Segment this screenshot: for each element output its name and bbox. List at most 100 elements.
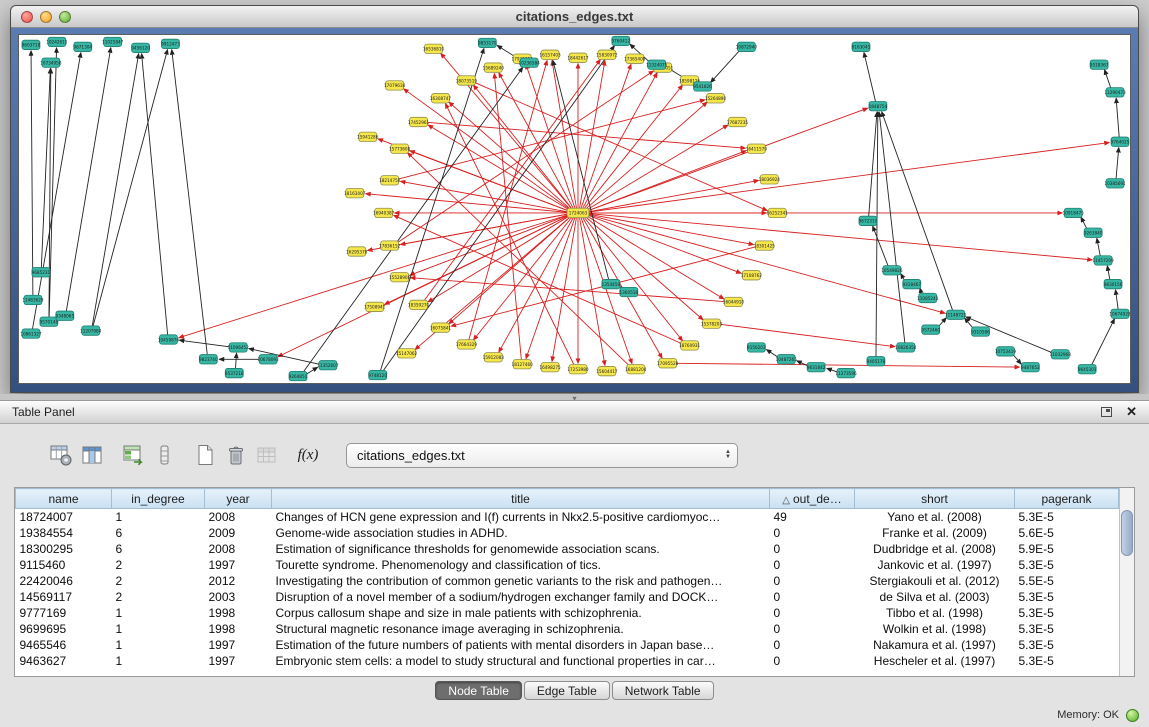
graph-node[interactable]: 18073519 xyxy=(456,76,478,85)
new-column-icon[interactable] xyxy=(120,442,146,468)
graph-node[interactable]: 9748120 xyxy=(368,370,387,379)
graph-node[interactable]: 15378203 xyxy=(701,319,723,328)
table-cell[interactable]: 5.3E-5 xyxy=(1015,653,1119,669)
import-table-icon[interactable] xyxy=(254,442,280,468)
table-cell[interactable]: 0 xyxy=(770,637,855,653)
table-cell[interactable]: Hescheler et al. (1997) xyxy=(855,653,1015,669)
table-cell[interactable]: 0 xyxy=(770,605,855,621)
graph-node[interactable]: 17836152 xyxy=(379,241,401,250)
table-cell[interactable]: 2009 xyxy=(205,525,272,541)
graph-node[interactable]: 18760931 xyxy=(679,341,701,350)
graph-node[interactable]: 15528906 xyxy=(389,273,411,282)
graph-node[interactable]: 9518367 xyxy=(1090,60,1109,69)
table-cell[interactable]: 6 xyxy=(112,525,205,541)
table-cell[interactable]: de Silva et al. (2003) xyxy=(855,589,1015,605)
window-titlebar[interactable]: citations_edges.txt xyxy=(11,6,1138,28)
table-cell[interactable]: 1 xyxy=(112,509,205,525)
graph-node[interactable]: 11324075 xyxy=(646,60,668,69)
tab-network-table[interactable]: Network Table xyxy=(612,681,714,700)
table-cell[interactable]: Structural magnetic resonance image aver… xyxy=(272,621,770,637)
graph-node[interactable]: 17095528 xyxy=(657,359,679,368)
delete-table-icon[interactable] xyxy=(223,442,249,468)
table-cell[interactable]: 2003 xyxy=(205,589,272,605)
table-cell[interactable]: 5.3E-5 xyxy=(1015,557,1119,573)
table-cell[interactable]: 14569117 xyxy=(16,589,112,605)
table-cell[interactable]: 0 xyxy=(770,541,855,557)
graph-node[interactable]: 9263840 xyxy=(1084,228,1103,237)
graph-node[interactable]: 1360518 xyxy=(620,287,639,296)
network-canvas[interactable]: 1724063162523411830142517108762160449101… xyxy=(18,34,1131,384)
table-cell[interactable]: 5.3E-5 xyxy=(1015,621,1119,637)
graph-node[interactable]: 9572460 xyxy=(921,325,940,334)
table-cell[interactable]: 0 xyxy=(770,653,855,669)
table-cell[interactable]: 5.5E-5 xyxy=(1015,573,1119,589)
graph-node[interactable]: 18301425 xyxy=(754,241,776,250)
table-cell[interactable]: 1997 xyxy=(205,557,272,573)
graph-node[interactable]: 17664329 xyxy=(456,340,478,349)
graph-node[interactable]: 15604417 xyxy=(596,366,618,375)
graph-node[interactable]: 11032968 xyxy=(1050,350,1072,359)
table-row[interactable]: 1456911722003Disruption of a novel membe… xyxy=(16,589,1119,605)
tab-edge-table[interactable]: Edge Table xyxy=(524,681,610,700)
graph-node[interactable]: 16498275 xyxy=(539,362,561,371)
table-select-dropdown[interactable]: citations_edges.txt ▲▼ xyxy=(346,443,738,468)
graph-node[interactable]: 18036924 xyxy=(759,175,781,184)
table-cell[interactable]: 1 xyxy=(112,605,205,621)
table-cell[interactable]: Changes of HCN gene expression and I(f) … xyxy=(272,509,770,525)
graph-node[interactable]: 11457209 xyxy=(1092,256,1114,265)
graph-node[interactable]: 10826354 xyxy=(895,343,917,352)
float-panel-icon[interactable] xyxy=(1101,407,1112,417)
graph-node[interactable]: 11025847 xyxy=(102,37,124,46)
graph-node[interactable]: 15147062 xyxy=(396,349,418,358)
graph-node[interactable]: 9823740 xyxy=(199,355,218,364)
graph-node[interactable]: 17079634 xyxy=(384,81,406,90)
table-cell[interactable]: 9699695 xyxy=(16,621,112,637)
table-cell[interactable]: 9115460 xyxy=(16,557,112,573)
graph-node[interactable]: 9830156 xyxy=(1104,279,1123,288)
graph-node[interactable]: 16308747 xyxy=(430,94,452,103)
graph-node[interactable]: 9264851 xyxy=(289,371,308,380)
table-cell[interactable]: Franke et al. (2009) xyxy=(855,525,1015,541)
table-cell[interactable]: 1 xyxy=(112,653,205,669)
table-cell[interactable]: 19384554 xyxy=(16,525,112,541)
table-scrollbar-thumb[interactable] xyxy=(1121,510,1133,556)
graph-node[interactable]: 9760412 xyxy=(612,36,631,45)
graph-node[interactable]: 16157403 xyxy=(539,50,561,59)
graph-node[interactable]: 9672310 xyxy=(859,216,878,225)
graph-node[interactable]: 17365408 xyxy=(624,54,646,63)
graph-node[interactable]: 16411579 xyxy=(746,144,768,153)
table-cell[interactable]: 5.3E-5 xyxy=(1015,637,1119,653)
graph-node[interactable]: 10549826 xyxy=(881,266,903,275)
graph-node[interactable]: 16075841 xyxy=(430,323,452,332)
table-row[interactable]: 977716911998Corpus callosum shape and si… xyxy=(16,605,1119,621)
table-cell[interactable]: Investigating the contribution of common… xyxy=(272,573,770,589)
graph-node[interactable]: 17687235 xyxy=(727,117,749,126)
graph-node[interactable]: 10872940 xyxy=(736,42,758,51)
column-header-out_de[interactable]: △out_de… xyxy=(770,489,855,509)
memory-status-icon[interactable] xyxy=(1126,709,1139,722)
show-all-columns-icon[interactable] xyxy=(79,442,105,468)
close-panel-icon[interactable]: ✕ xyxy=(1126,406,1137,418)
graph-node[interactable]: 11352607 xyxy=(317,361,339,370)
graph-node[interactable]: 11483629 xyxy=(22,295,44,304)
table-cell[interactable]: 1 xyxy=(112,621,205,637)
table-cell[interactable]: 0 xyxy=(770,589,855,605)
column-header-title[interactable]: title xyxy=(272,489,770,509)
close-button[interactable] xyxy=(21,11,33,23)
table-cell[interactable]: Genome-wide association studies in ADHD. xyxy=(272,525,770,541)
graph-node[interactable]: 16295378 xyxy=(346,247,368,256)
table-row[interactable]: 1938455462009Genome-wide association stu… xyxy=(16,525,1119,541)
table-cell[interactable]: Nakamura et al. (1997) xyxy=(855,637,1015,653)
function-builder-icon[interactable]: f(x) xyxy=(295,442,321,468)
graph-node[interactable]: 10734958 xyxy=(40,58,62,67)
table-cell[interactable]: Corpus callosum shape and size in male p… xyxy=(272,605,770,621)
graph-node[interactable]: 9405178 xyxy=(867,357,886,366)
table-cell[interactable]: 0 xyxy=(770,557,855,573)
table-cell[interactable]: 0 xyxy=(770,525,855,541)
graph-node[interactable]: 9348065 xyxy=(56,311,75,320)
graph-node[interactable]: 18127460 xyxy=(512,360,534,369)
graph-node[interactable]: 11085243 xyxy=(917,293,939,302)
graph-node[interactable]: 11273596 xyxy=(835,368,857,377)
graph-node[interactable]: 15941286 xyxy=(357,132,379,141)
tab-node-table[interactable]: Node Table xyxy=(435,681,522,700)
